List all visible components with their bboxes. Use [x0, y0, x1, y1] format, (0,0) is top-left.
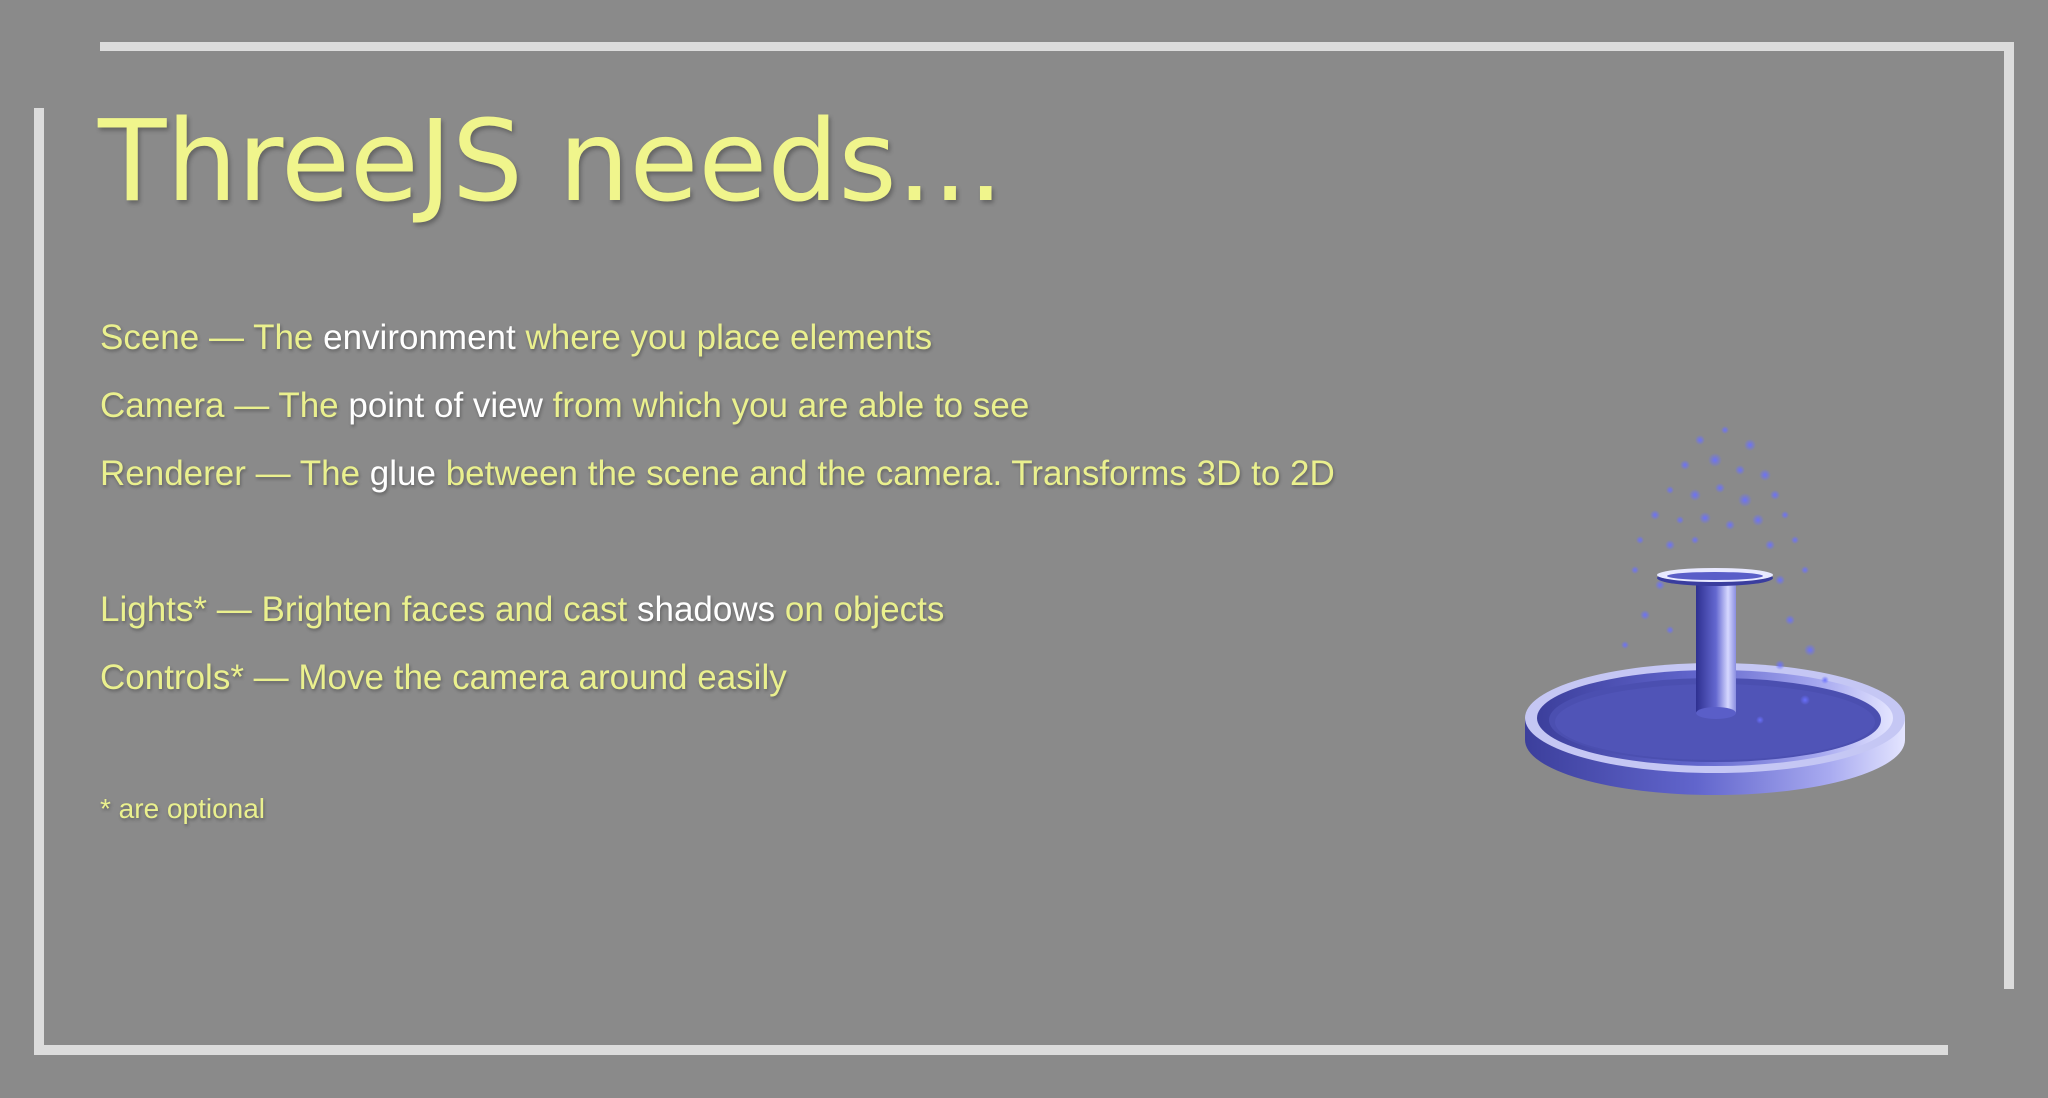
- item-emphasis: point of view: [348, 386, 543, 425]
- frame-right-border: [2004, 42, 2014, 989]
- item-emphasis: glue: [369, 454, 436, 493]
- item-term: Camera: [100, 386, 225, 425]
- slide-title: ThreeJS needs...: [98, 97, 1004, 227]
- item-text: The: [299, 454, 370, 493]
- item-separator: —: [245, 454, 300, 493]
- item-emphasis: shadows: [636, 590, 776, 629]
- item-lights: Lights* — Brighten faces and cast shadow…: [100, 588, 944, 632]
- item-emphasis: environment: [323, 318, 516, 357]
- item-separator: —: [207, 590, 262, 629]
- item-text: Move the camera around easily: [298, 658, 787, 697]
- item-text: from which you are able to see: [542, 386, 1030, 425]
- frame-bottom-border: [34, 1045, 1948, 1055]
- item-scene: Scene — The environment where you place …: [100, 316, 932, 360]
- item-text: The: [253, 318, 324, 357]
- fountain-illustration: [1525, 426, 1905, 795]
- item-controls: Controls* — Move the camera around easil…: [100, 656, 787, 700]
- item-renderer: Renderer — The glue between the scene an…: [100, 452, 1335, 496]
- item-separator: —: [199, 318, 254, 357]
- item-term: Lights*: [100, 590, 208, 629]
- item-separator: —: [243, 658, 299, 697]
- item-term: Controls*: [100, 658, 244, 697]
- item-text: between the scene and the camera. Transf…: [435, 454, 1335, 493]
- frame-top-border: [100, 42, 2014, 51]
- item-term: Scene: [100, 318, 200, 357]
- item-separator: —: [224, 386, 279, 425]
- item-text: on objects: [775, 590, 945, 629]
- item-text: where you place elements: [515, 318, 933, 357]
- item-text: The: [278, 386, 349, 425]
- item-text: Brighten faces and cast: [261, 590, 637, 629]
- item-term: Renderer: [100, 454, 246, 493]
- fountain-particles-icon: [1510, 400, 1920, 800]
- item-camera: Camera — The point of view from which yo…: [100, 384, 1029, 428]
- frame-left-border: [34, 108, 44, 1055]
- footnote: * are optional: [100, 793, 266, 824]
